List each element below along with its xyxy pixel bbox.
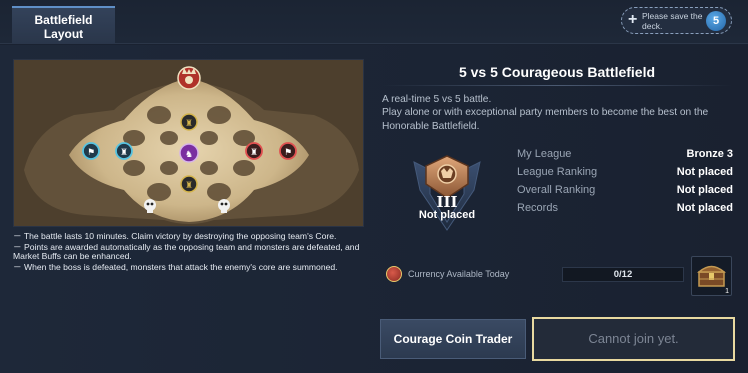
- emblem-label: Not placed: [418, 209, 476, 221]
- tab-label: Battlefield Layout: [34, 13, 93, 41]
- reward-chest-slot[interactable]: 1: [691, 256, 732, 296]
- svg-text:♜: ♜: [120, 148, 128, 158]
- join-button[interactable]: Cannot join yet.: [532, 317, 735, 361]
- note-item: － When the boss is defeated, monsters th…: [13, 261, 338, 272]
- stat-row-my-league: My League Bronze 3: [517, 148, 733, 166]
- top-bar: Battlefield Layout + Please save the dec…: [0, 0, 748, 44]
- save-deck-button[interactable]: + Please save the deck. 5: [621, 7, 732, 34]
- svg-text:♜: ♜: [250, 148, 258, 158]
- stat-value: Not placed: [676, 184, 733, 196]
- battlefield-description: A real-time 5 vs 5 battle. Play alone or…: [382, 94, 709, 132]
- map-terrain: ♜ ♜ ♞ ⚑ ♜ ♜ ⚑: [14, 60, 363, 226]
- boss-icon: [177, 66, 201, 90]
- save-count-badge: 5: [706, 11, 726, 31]
- stat-row-overall-ranking: Overall Ranking Not placed: [517, 184, 733, 202]
- currency-label: Currency Available Today: [408, 269, 510, 279]
- battlefield-map: ♜ ♜ ♞ ⚑ ♜ ♜ ⚑: [13, 59, 364, 227]
- stat-value: Not placed: [676, 202, 733, 214]
- stat-row-records: Records Not placed: [517, 202, 733, 220]
- stat-value: Not placed: [676, 166, 733, 178]
- stat-label: League Ranking: [517, 166, 598, 178]
- league-stats: My League Bronze 3 League Ranking Not pl…: [517, 148, 733, 220]
- svg-text:♜: ♜: [185, 119, 193, 129]
- currency-progress-bar: 0/12: [562, 267, 684, 282]
- center-monster-icon: ♞: [179, 143, 199, 163]
- plus-icon: +: [628, 11, 638, 28]
- stat-label: Overall Ranking: [517, 184, 596, 196]
- courage-coin-icon: [386, 266, 402, 282]
- chest-count: 1: [725, 288, 729, 295]
- note-item: － The battle lasts 10 minutes. Claim vic…: [13, 231, 337, 241]
- courage-coin-trader-button[interactable]: Courage Coin Trader: [380, 319, 526, 359]
- title-divider: [382, 85, 732, 86]
- stat-label: My League: [517, 148, 572, 160]
- tab-battlefield-layout[interactable]: Battlefield Layout: [12, 6, 115, 44]
- stat-value: Bronze 3: [686, 148, 733, 160]
- save-hint-text: Please save the deck.: [642, 11, 703, 31]
- svg-text:♞: ♞: [185, 150, 193, 160]
- svg-text:⚑: ⚑: [284, 148, 292, 158]
- stat-row-league-ranking: League Ranking Not placed: [517, 166, 733, 184]
- note-item: － Points are awarded automatically as th…: [13, 241, 360, 262]
- battlefield-title: 5 vs 5 Courageous Battlefield: [458, 64, 656, 80]
- svg-text:⚑: ⚑: [87, 148, 95, 158]
- svg-text:♜: ♜: [185, 181, 193, 191]
- stat-label: Records: [517, 202, 558, 214]
- battle-notes: － The battle lasts 10 minutes. Claim vic…: [13, 231, 373, 273]
